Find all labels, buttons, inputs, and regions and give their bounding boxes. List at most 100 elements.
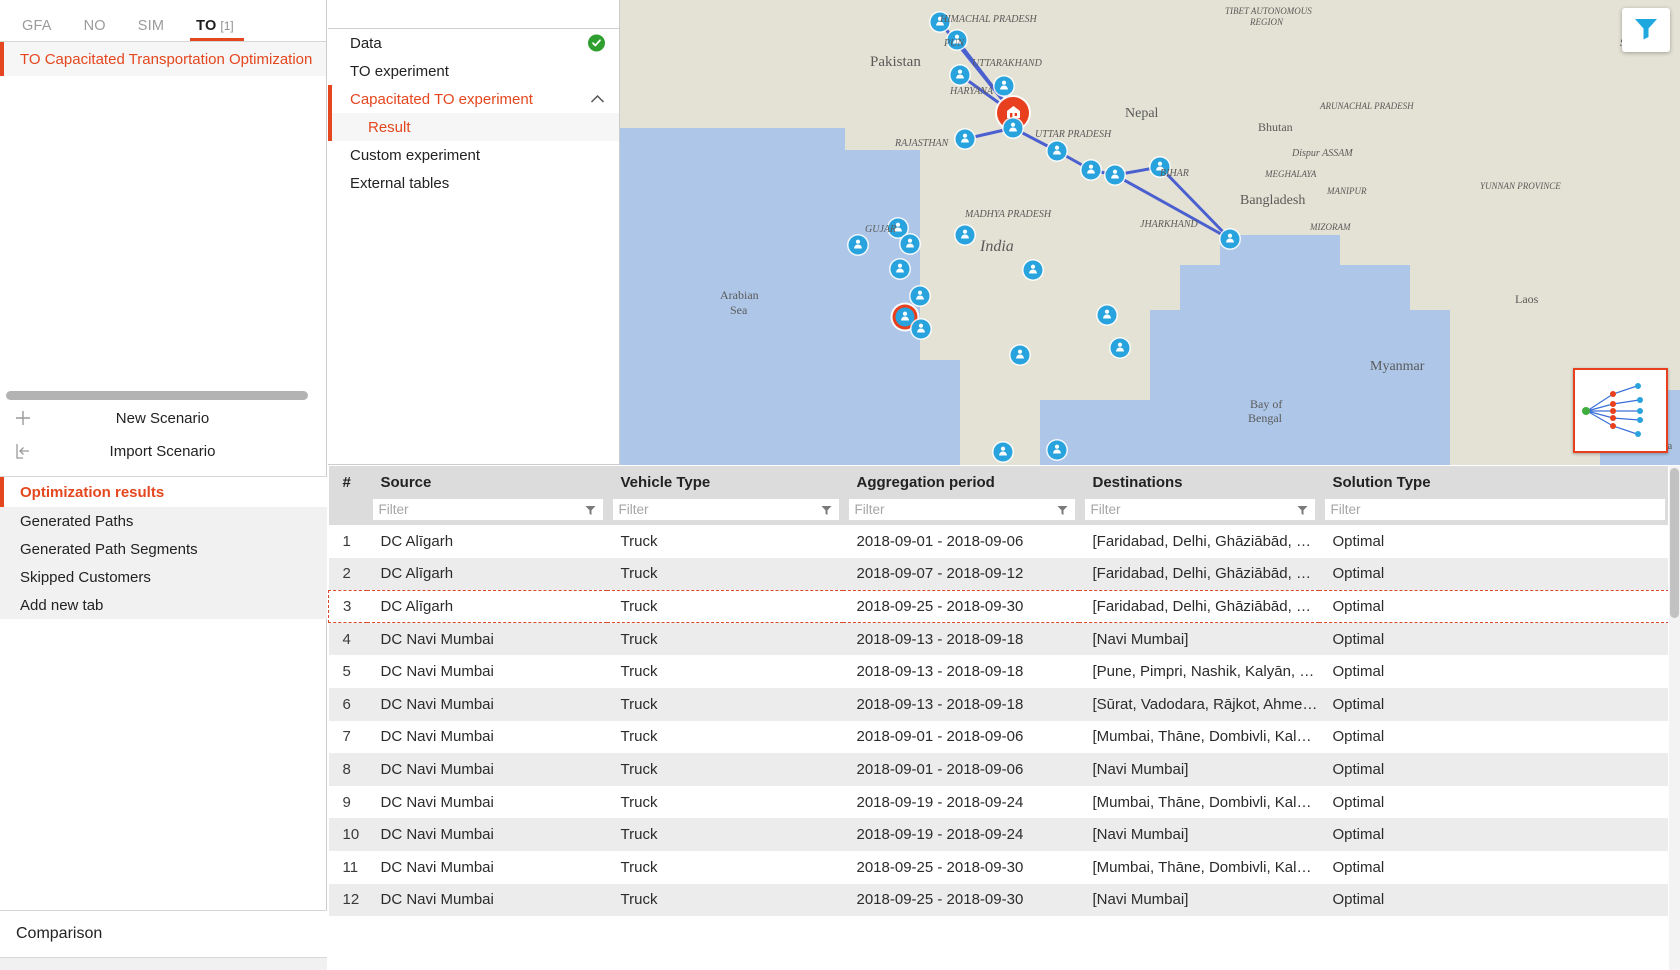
filter-input-vehicle-type[interactable]: Filter xyxy=(612,499,839,520)
map-node-customer[interactable] xyxy=(955,129,975,149)
table-row[interactable]: 12 DC Navi Mumbai Truck 2018-09-25 - 2018-0… xyxy=(328,883,1669,917)
column-header-destinations[interactable]: Destinations xyxy=(1078,466,1319,499)
cell-idx: 10 xyxy=(342,826,360,844)
column-header-[interactable]: # xyxy=(328,466,367,499)
filter-input-aggregation-period[interactable]: Filter xyxy=(848,499,1075,520)
scenario-tab-label: NO xyxy=(83,18,106,34)
results-table-filter-row: Filter Filter Filter Filter Filter xyxy=(328,499,1669,525)
column-header-source[interactable]: Source xyxy=(366,466,607,499)
table-row[interactable]: 1 DC Alīgarh Truck 2018-09-01 - 2018-09-06 [… xyxy=(328,525,1669,558)
nav-item-to-experiment[interactable]: TO experiment xyxy=(328,57,619,85)
scenario-tab-no[interactable]: NO xyxy=(68,18,122,41)
result-tab-skipped-customers[interactable]: Skipped Customers xyxy=(0,563,327,591)
column-header-vehicle-type[interactable]: Vehicle Type xyxy=(606,466,843,499)
results-table-container[interactable]: # Source Vehicle Type Aggregation period Des… xyxy=(328,466,1680,970)
table-vertical-scrollbar-thumb[interactable] xyxy=(1670,468,1679,618)
new-scenario-button[interactable]: New Scenario xyxy=(0,401,327,435)
import-scenario-button[interactable]: Import Scenario xyxy=(0,434,327,468)
map-node-customer[interactable] xyxy=(1010,345,1030,365)
table-row[interactable]: 8 DC Navi Mumbai Truck 2018-09-01 - 2018-09… xyxy=(328,753,1669,786)
cell-solution: Optimal xyxy=(1332,728,1385,746)
filter-input-solution-type[interactable]: Filter xyxy=(1324,499,1665,520)
column-header-aggregation-period[interactable]: Aggregation period xyxy=(842,466,1079,499)
table-row[interactable]: 4 DC Navi Mumbai Truck 2018-09-13 - 2018-09… xyxy=(328,622,1669,656)
table-row[interactable]: 10 DC Navi Mumbai Truck 2018-09-19 - 2018-0… xyxy=(328,818,1669,851)
check-circle-icon xyxy=(588,34,605,52)
scenario-list-hscrollbar-thumb[interactable] xyxy=(6,391,308,400)
scenario-tab-gfa[interactable]: GFA xyxy=(6,18,68,41)
scenario-list-hscrollbar[interactable] xyxy=(6,391,308,400)
result-tab-label: Generated Paths xyxy=(20,512,134,530)
table-row[interactable]: 2 DC Alīgarh Truck 2018-09-07 - 2018-09-12 [… xyxy=(328,557,1669,591)
map-node-customer[interactable] xyxy=(848,235,868,255)
cell-period: 2018-09-13 - 2018-09-18 xyxy=(856,663,1024,681)
table-row[interactable]: 11 DC Navi Mumbai Truck 2018-09-25 - 2018-0… xyxy=(328,850,1669,884)
cell-destinations: [Pune, Pimpri, Nashik, Kalyān, Do... xyxy=(1092,663,1319,681)
funnel-icon[interactable] xyxy=(1057,504,1068,519)
cell-vehicle: Truck xyxy=(620,565,658,583)
map-node-customer[interactable] xyxy=(1023,260,1043,280)
table-row[interactable]: 6 DC Navi Mumbai Truck 2018-09-13 - 2018-09… xyxy=(328,687,1669,721)
map-node-customer[interactable] xyxy=(900,234,920,254)
nav-item-custom-experiment[interactable]: Custom experiment xyxy=(328,141,619,169)
nav-item-result[interactable]: Result xyxy=(328,113,619,141)
scenario-tab-count: [1] xyxy=(220,21,234,33)
map-overview-thumbnail[interactable] xyxy=(1573,368,1668,453)
filter-input-destinations[interactable]: Filter xyxy=(1084,499,1315,520)
nav-item-capacitated-to-experiment[interactable]: Capacitated TO experiment xyxy=(328,85,619,113)
map-node-customer[interactable] xyxy=(1220,229,1240,249)
map-node-customer[interactable] xyxy=(955,225,975,245)
route-links xyxy=(938,21,1232,241)
scenario-tab-to[interactable]: TO [1] xyxy=(180,18,250,41)
map-node-customer[interactable] xyxy=(947,30,967,50)
result-tab-generated-paths[interactable]: Generated Paths xyxy=(0,507,327,535)
map-node-customer[interactable] xyxy=(1047,440,1067,460)
result-tab-generated-path-segments[interactable]: Generated Path Segments xyxy=(0,535,327,563)
map-node-customer[interactable] xyxy=(1097,305,1117,325)
filter-placeholder: Filter xyxy=(1090,502,1121,517)
map-node-customer[interactable] xyxy=(1081,160,1101,180)
map-node-customer[interactable] xyxy=(1047,141,1067,161)
funnel-icon[interactable] xyxy=(821,504,832,519)
chevron-up-icon[interactable] xyxy=(590,94,605,104)
map-node-customer[interactable] xyxy=(950,65,970,85)
nav-item-data[interactable]: Data xyxy=(328,29,619,57)
funnel-icon[interactable] xyxy=(1297,504,1308,519)
cell-period: 2018-09-01 - 2018-09-06 xyxy=(856,532,1024,550)
cell-idx: 5 xyxy=(342,663,351,681)
cell-vehicle: Truck xyxy=(620,826,658,844)
result-tab-optimization-results[interactable]: Optimization results xyxy=(0,477,327,507)
map-node-customer[interactable] xyxy=(911,319,931,339)
map-node-customer[interactable] xyxy=(1150,157,1170,177)
filter-input-source[interactable]: Filter xyxy=(372,499,603,520)
result-tab-add-new-tab[interactable]: Add new tab xyxy=(0,591,327,619)
map-node-customer[interactable] xyxy=(930,12,950,32)
table-row[interactable]: 3 DC Alīgarh Truck 2018-09-25 - 2018-09-30[… xyxy=(328,589,1669,624)
map-node-customer[interactable] xyxy=(1105,165,1125,185)
cell-destinations: [Faridabad, Delhi, Ghāziābād, Me... xyxy=(1092,532,1319,550)
cell-source: DC Navi Mumbai xyxy=(380,760,494,778)
map-node-customer[interactable] xyxy=(993,442,1013,462)
scenario-tab-sim[interactable]: SIM xyxy=(122,18,180,41)
map-node-customer[interactable] xyxy=(910,286,930,306)
map-node-customer[interactable] xyxy=(1003,118,1023,138)
cell-solution: Optimal xyxy=(1332,826,1385,844)
left-panel: GFA NO SIM TO [1] TO Capacitated Transportat… xyxy=(0,0,327,970)
nav-item-external-tables[interactable]: External tables xyxy=(328,169,619,197)
left-panel-bottom-filler xyxy=(0,958,327,970)
funnel-icon[interactable] xyxy=(585,504,596,519)
cell-idx: 8 xyxy=(342,760,351,778)
map-node-customer[interactable] xyxy=(994,76,1014,96)
scenario-list-item[interactable]: TO Capacitated Transportation Optimizati… xyxy=(0,42,326,76)
table-vertical-scrollbar[interactable] xyxy=(1669,466,1680,970)
table-row[interactable]: 5 DC Navi Mumbai Truck 2018-09-13 - 2018-09… xyxy=(328,655,1669,688)
cell-source: DC Alīgarh xyxy=(366,589,607,624)
comparison-button[interactable]: Comparison xyxy=(0,910,327,958)
table-row[interactable]: 9 DC Navi Mumbai Truck 2018-09-19 - 2018-09… xyxy=(328,785,1669,819)
table-row[interactable]: 7 DC Navi Mumbai Truck 2018-09-01 - 2018-09… xyxy=(328,720,1669,754)
column-header-solution-type[interactable]: Solution Type xyxy=(1318,466,1669,499)
map-filter-button[interactable] xyxy=(1622,8,1670,52)
map-node-customer[interactable] xyxy=(890,259,910,279)
map-view[interactable]: Pakistan HIMACHAL PRADESH TIBET AUTONOMOUS… xyxy=(620,0,1680,465)
map-node-customer[interactable] xyxy=(1110,338,1130,358)
